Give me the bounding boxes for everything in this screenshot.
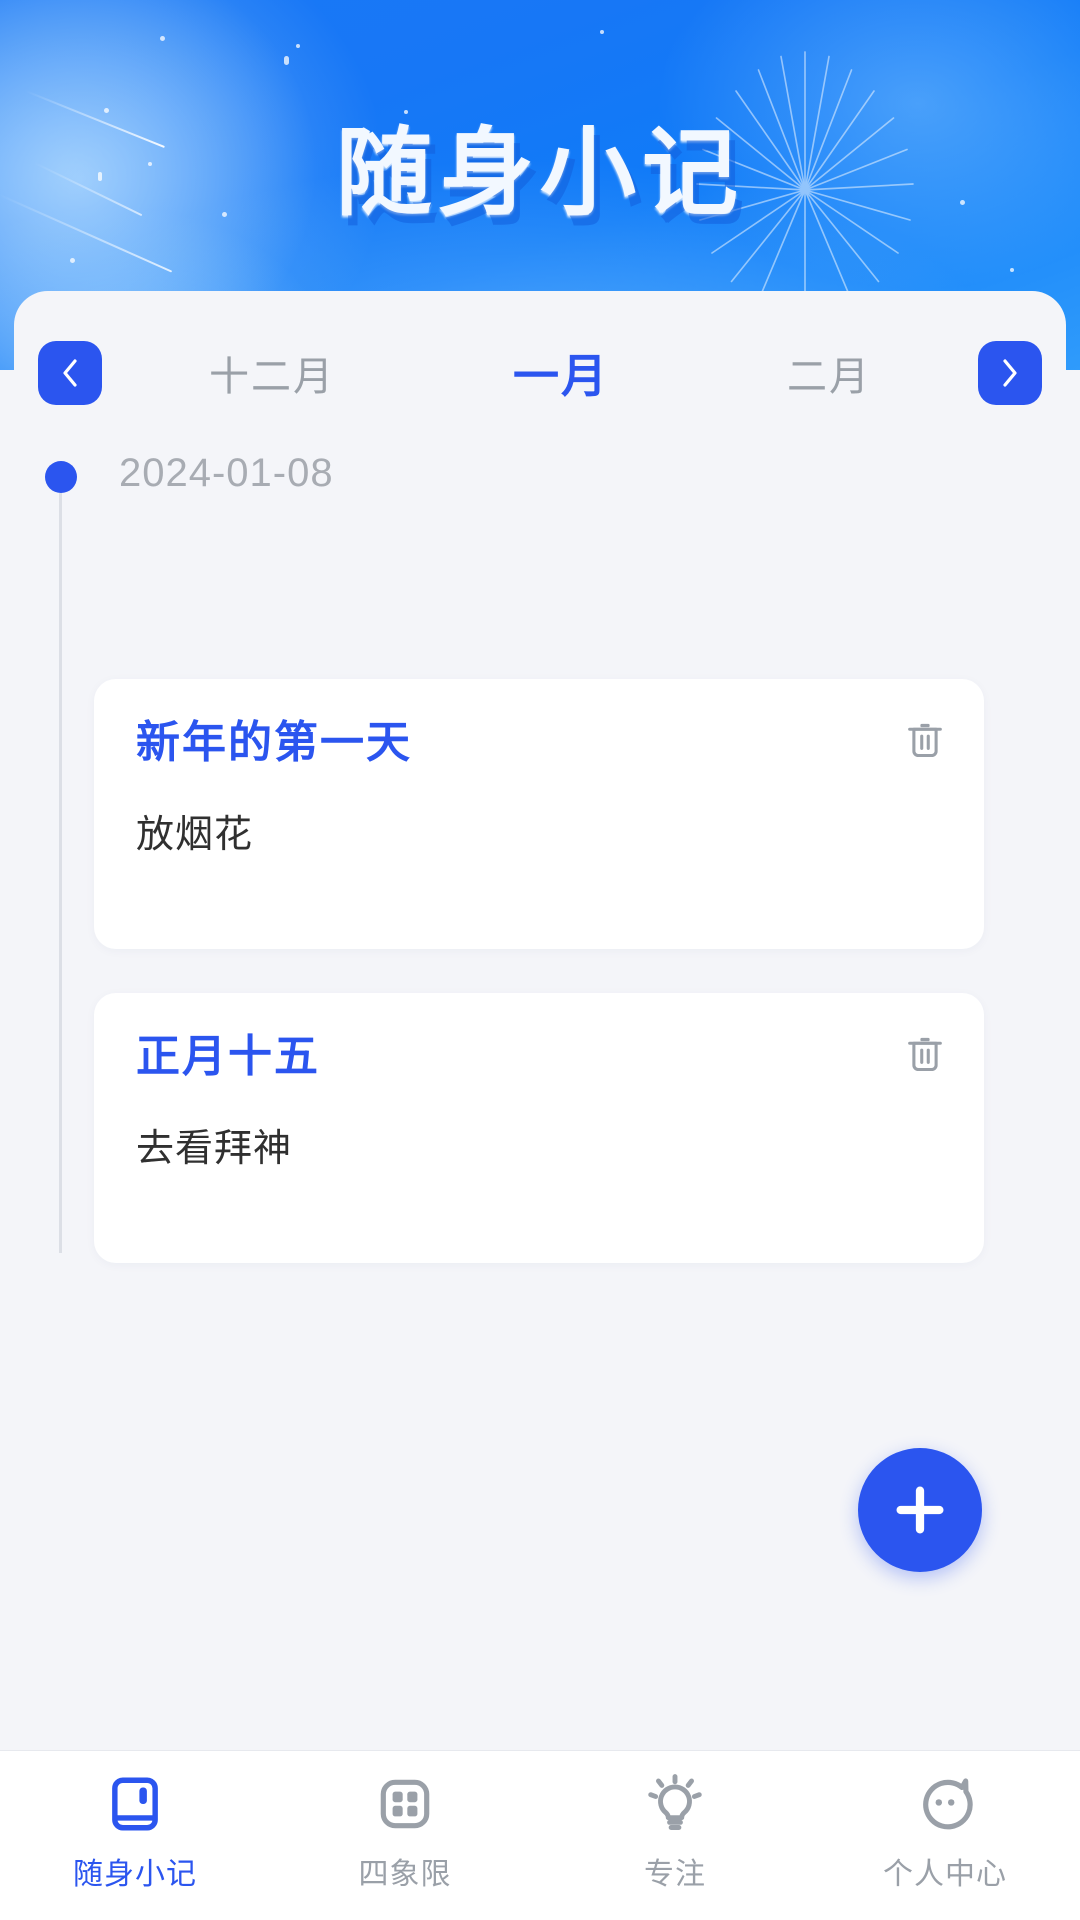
- tab-label: 专注: [644, 1858, 706, 1891]
- note-card[interactable]: 正月十五 去看拜神: [94, 993, 984, 1263]
- chevron-left-icon: [61, 358, 79, 388]
- profile-face-icon: [914, 1773, 976, 1835]
- prev-month-button[interactable]: [38, 341, 102, 405]
- note-title: 新年的第一天: [136, 718, 412, 767]
- sparkle-dot: [284, 56, 289, 65]
- delete-note-button[interactable]: [902, 1031, 948, 1077]
- tab-label: 随身小记: [73, 1858, 197, 1891]
- tab-focus[interactable]: 专注: [540, 1773, 810, 1893]
- tab-label: 四象限: [358, 1858, 452, 1891]
- tab-notes[interactable]: 随身小记: [0, 1773, 270, 1893]
- bottom-tab-bar: 随身小记 四象限 专注 个人中心: [0, 1750, 1080, 1920]
- timeline-line: [59, 493, 62, 1253]
- tab-label: 个人中心: [883, 1858, 1007, 1891]
- note-body: 放烟花: [136, 814, 254, 857]
- note-list: 新年的第一天 放烟花 正月十五 去看拜神: [94, 679, 984, 1307]
- sparkle-dot: [160, 36, 165, 41]
- next-month-button[interactable]: [978, 341, 1042, 405]
- sparkle-dot: [600, 30, 604, 34]
- tab-profile[interactable]: 个人中心: [810, 1773, 1080, 1893]
- month-item-next[interactable]: 二月: [787, 344, 871, 402]
- sparkle-dot: [70, 258, 75, 263]
- note-title: 正月十五: [136, 1032, 320, 1081]
- month-item-prev[interactable]: 十二月: [209, 344, 335, 402]
- notebook-icon: [104, 1773, 166, 1835]
- page-title: 随身小记: [336, 120, 744, 227]
- plus-icon: [889, 1479, 951, 1541]
- quadrant-grid-icon: [374, 1773, 436, 1835]
- month-selector: 十二月 一月 二月: [14, 334, 1066, 412]
- add-note-fab[interactable]: [858, 1448, 982, 1572]
- trash-icon: [902, 717, 948, 763]
- tab-quadrant[interactable]: 四象限: [270, 1773, 540, 1893]
- note-card[interactable]: 新年的第一天 放烟花: [94, 679, 984, 949]
- timeline-dot: [45, 461, 77, 493]
- chevron-right-icon: [1001, 358, 1019, 388]
- month-item-current[interactable]: 一月: [513, 340, 609, 406]
- lightbulb-icon: [644, 1773, 706, 1835]
- note-body: 去看拜神: [136, 1128, 293, 1171]
- timeline-date: 2024-01-08: [119, 451, 334, 495]
- delete-note-button[interactable]: [902, 717, 948, 763]
- month-list: 十二月 一月 二月: [102, 340, 978, 406]
- sparkle-dot: [1010, 268, 1014, 272]
- trash-icon: [902, 1031, 948, 1077]
- sparkle-dot: [296, 44, 300, 48]
- app-root: 随身小记 十二月 一月 二月 2024-01-08 新年的第一天 放烟花 正月十…: [0, 0, 1080, 1920]
